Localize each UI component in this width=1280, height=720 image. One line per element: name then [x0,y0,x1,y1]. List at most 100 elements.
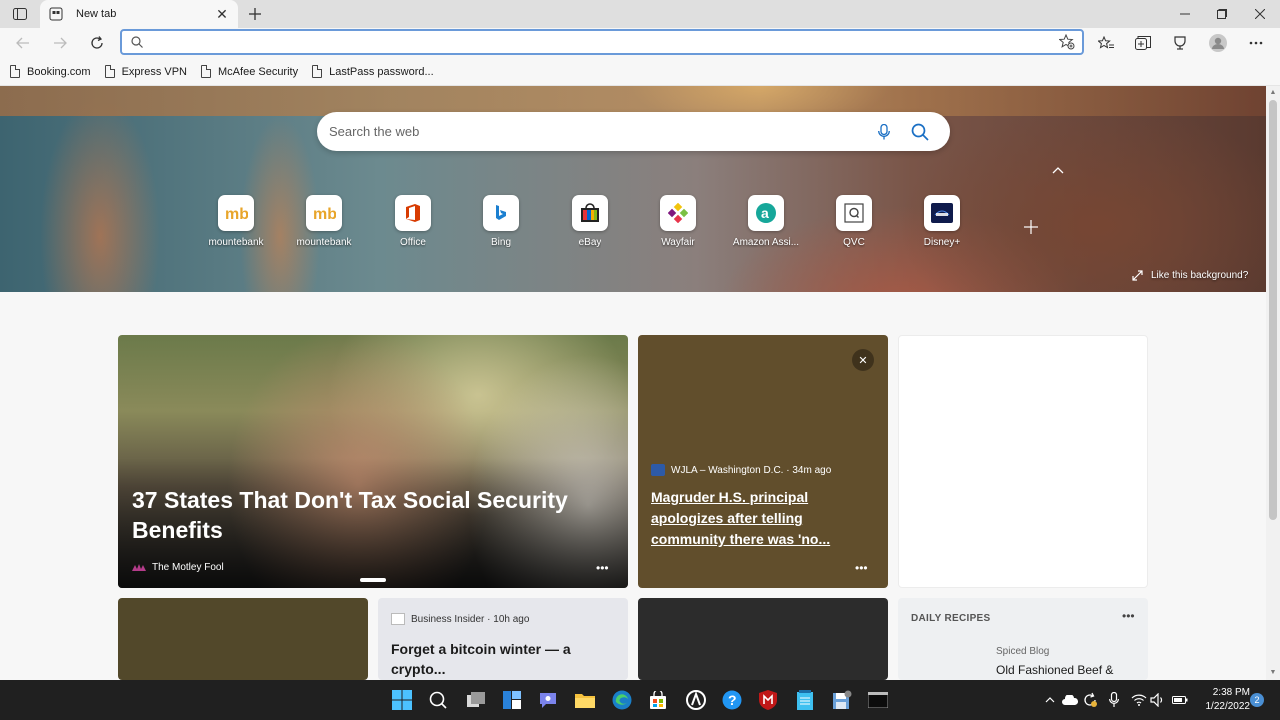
recipe-card-title[interactable]: Old Fashioned Beef & [996,663,1113,677]
close-window-button[interactable] [1248,2,1272,26]
bookmark-express-vpn[interactable]: Express VPN [104,65,187,78]
page-scrollbar[interactable]: ▲ ▼ [1266,86,1280,680]
minimize-icon [1180,13,1190,15]
quick-link-mountebank[interactable]: mb mountebank [200,195,272,248]
sync-tray-button[interactable] [1082,692,1098,708]
new-tab-button[interactable] [244,3,266,25]
favorites-button[interactable] [1093,31,1119,55]
help-button[interactable]: ? [720,688,744,712]
feed-news-card[interactable]: ✕ WJLA – Washington D.C. · 34m ago Magru… [638,335,888,588]
wifi-tray-button[interactable] [1131,692,1147,708]
tab-actions-button[interactable] [6,4,34,24]
battery-tray-button[interactable] [1172,692,1188,708]
folder-icon [575,694,595,708]
notepad-button[interactable] [793,688,817,712]
mb-icon: mb [218,195,254,231]
edge-icon [612,690,632,710]
bookmark-mcafee[interactable]: McAfee Security [201,65,298,78]
show-hidden-icons-button[interactable] [1042,692,1058,708]
store-button[interactable] [646,688,670,712]
favorites-bar: Booking.com Express VPN McAfee Security … [0,58,1280,86]
bi-card-headline[interactable]: Forget a bitcoin winter — a crypto... [391,639,611,679]
forward-button[interactable] [47,31,73,55]
volume-tray-button[interactable] [1150,692,1166,708]
svg-text:mb: mb [225,206,248,222]
daily-recipes-card[interactable]: DAILY RECIPES ••• Spiced Blog Old Fashio… [898,598,1148,680]
task-view-button[interactable] [464,688,488,712]
add-favorite-icon[interactable] [1052,34,1082,50]
scrollbar-thumb[interactable] [1269,100,1277,520]
bookmark-booking[interactable]: Booking.com [10,65,91,78]
address-bar[interactable] [120,29,1084,55]
profile-button[interactable] [1205,31,1231,55]
taskbar-clock[interactable]: 2:38 PM 1/22/2022 [1192,686,1251,714]
minimize-button[interactable] [1173,2,1197,26]
like-background-link[interactable]: Like this background? [1132,270,1248,281]
card-more-icon[interactable]: ••• [1122,609,1135,623]
hero-card-headline[interactable]: 37 States That Don't Tax Social Security… [132,485,602,545]
quick-link-label: eBay [578,237,602,248]
quick-link-label: mountebank [296,237,352,248]
onedrive-tray-button[interactable] [1062,692,1078,708]
tab-title: New tab [76,8,117,20]
app-button[interactable] [684,688,708,712]
scroll-up-icon[interactable]: ▲ [1269,89,1277,97]
news-card-headline[interactable]: Magruder H.S. principal apologizes after… [651,487,876,550]
ebay-icon [572,195,608,231]
terminal-icon [868,692,888,708]
maximize-button[interactable] [1210,2,1234,26]
back-arrow-icon [16,37,29,49]
teams-chat-button[interactable] [536,688,560,712]
app-floppy-button[interactable] [830,688,854,712]
collapse-button[interactable] [1050,163,1066,177]
scroll-down-icon[interactable]: ▼ [1269,669,1277,677]
wayfair-icon [660,195,696,231]
add-quick-link-button[interactable] [1021,217,1041,237]
file-explorer-button[interactable] [573,688,597,712]
back-button[interactable] [10,31,36,55]
card-more-icon[interactable]: ••• [596,561,609,575]
tab-close-icon[interactable]: ✕ [214,6,230,22]
collections-button[interactable] [1130,31,1156,55]
quick-link-qvc[interactable]: QVC [818,195,890,248]
web-search-input[interactable] [329,124,866,139]
bookmark-lastpass[interactable]: LastPass password... [312,65,434,78]
quick-link-mountebank[interactable]: mb mountebank [288,195,360,248]
web-search-box[interactable] [317,112,950,151]
new-tab-icon [48,6,64,22]
address-input[interactable] [152,32,1052,52]
start-button[interactable] [390,688,414,712]
quick-link-bing[interactable]: Bing [465,195,537,248]
feed-card-dark[interactable] [638,598,888,680]
maximize-icon [1217,9,1227,19]
feed-card-image[interactable] [118,598,368,680]
taskbar-search-button[interactable] [426,688,450,712]
refresh-button[interactable] [84,31,110,55]
feed-hero-card[interactable]: 37 States That Don't Tax Social Security… [118,335,628,588]
terminal-button[interactable] [866,688,890,712]
avatar-icon [1209,34,1227,52]
quick-link-wayfair[interactable]: Wayfair [642,195,714,248]
quick-link-amazon-assistant[interactable]: a Amazon Assi... [730,195,802,248]
carousel-indicator[interactable] [360,578,386,582]
tab-new-tab[interactable]: New tab ✕ [40,0,238,28]
news-card-source: WJLA – Washington D.C. · 34m ago [651,464,831,476]
widgets-button[interactable] [500,688,524,712]
microphone-icon[interactable] [866,123,902,140]
recipe-card-heading: DAILY RECIPES [911,613,991,624]
card-more-icon[interactable]: ••• [855,561,868,575]
settings-menu-button[interactable] [1243,31,1269,55]
more-icon [1249,41,1263,45]
feed-bi-card[interactable]: Business Insider · 10h ago Forget a bitc… [378,598,628,680]
notification-badge[interactable]: 2 [1250,693,1264,707]
edge-taskbar-button[interactable] [610,688,634,712]
quick-link-disney-plus[interactable]: Disney+ [906,195,978,248]
microphone-tray-button[interactable] [1106,692,1122,708]
quick-link-office[interactable]: Office [377,195,449,248]
mcafee-button[interactable] [756,688,780,712]
dismiss-card-icon[interactable]: ✕ [852,349,874,371]
notepad-icon [797,690,813,710]
quick-link-ebay[interactable]: eBay [554,195,626,248]
extensions-button[interactable] [1167,31,1193,55]
search-icon[interactable] [902,123,938,141]
